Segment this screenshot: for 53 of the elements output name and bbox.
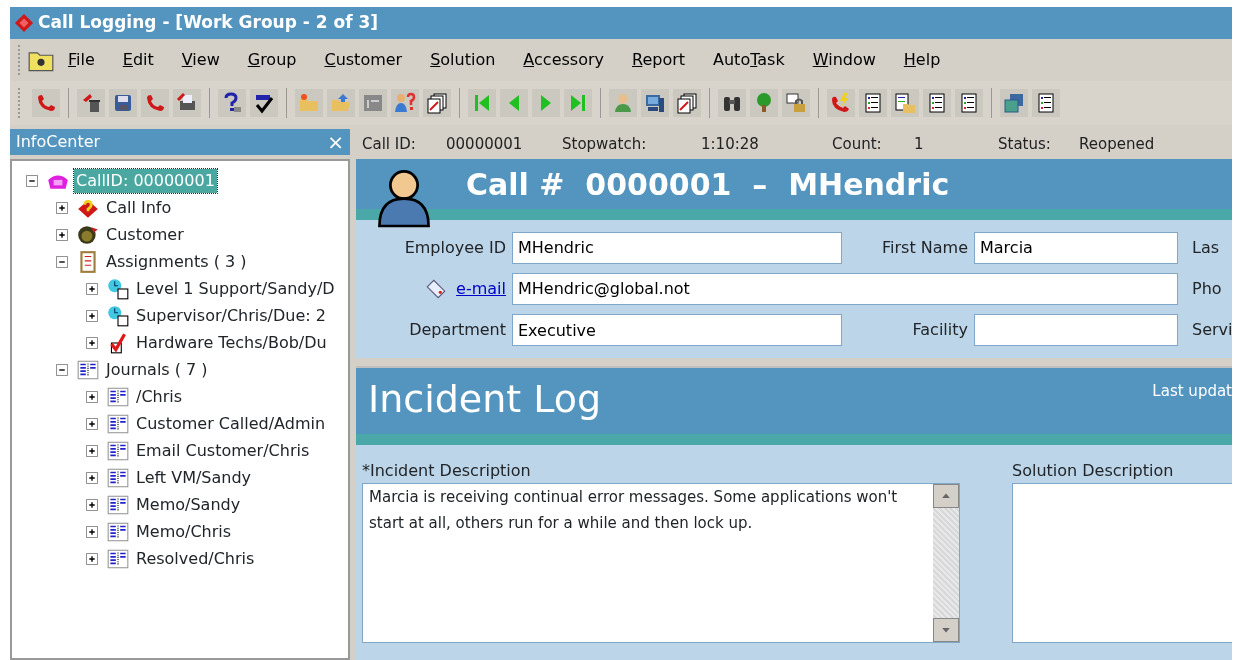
tree-item[interactable]: Memo/Sandy bbox=[134, 492, 243, 517]
field-label: Department bbox=[408, 319, 506, 342]
tree-item[interactable]: Journals ( 7 ) bbox=[104, 357, 210, 382]
tree-item[interactable]: Call Info bbox=[104, 195, 174, 220]
status-label: Status: bbox=[997, 133, 1052, 155]
last-updated-label: Last updat bbox=[1152, 381, 1232, 402]
email-link[interactable]: e-mail bbox=[456, 277, 506, 301]
tree-item[interactable]: Customer Called/Admin bbox=[134, 411, 328, 436]
status-label: Call ID: bbox=[361, 133, 417, 155]
menu-item[interactable]: Window bbox=[798, 48, 890, 72]
tree-item[interactable]: Customer bbox=[104, 222, 186, 247]
tree-item[interactable]: Memo/Chris bbox=[134, 519, 234, 544]
status-label: Stopwatch: bbox=[561, 133, 648, 155]
tree-item[interactable]: /Chris bbox=[134, 384, 185, 409]
field-label: First Name bbox=[881, 236, 968, 259]
tree-item[interactable]: Hardware Techs/Bob/Du bbox=[134, 330, 329, 355]
menu-item[interactable]: File bbox=[54, 48, 109, 72]
menu-item[interactable]: Group bbox=[233, 48, 311, 72]
menu-item[interactable]: Report bbox=[618, 48, 700, 72]
status-value: Reopened bbox=[1079, 133, 1156, 155]
field-label: Employee ID bbox=[403, 236, 506, 259]
menu-item[interactable]: Edit bbox=[108, 48, 168, 72]
menu-item[interactable]: View bbox=[167, 48, 234, 72]
field-label: Facility bbox=[911, 319, 968, 342]
status-value: 1:10:28 bbox=[701, 133, 760, 155]
tree-item[interactable]: Email Customer/Chris bbox=[134, 438, 312, 463]
tree-item[interactable]: Supervisor/Chris/Due: 2 bbox=[134, 303, 328, 328]
field-label: Servi bbox=[1191, 319, 1232, 342]
section-title: Incident Log bbox=[368, 376, 602, 423]
text-field[interactable]: Executive bbox=[512, 314, 842, 347]
field-label: Pho bbox=[1191, 278, 1223, 300]
window-title: Call Logging - [Work Group - 2 of 3] bbox=[38, 11, 379, 35]
menu-item[interactable]: Customer bbox=[310, 48, 417, 72]
text-area[interactable]: Marcia is receiving continual error messages. Some applications won't start at all, others run for a while and then lock up. bbox=[362, 483, 960, 643]
status-value: 1 bbox=[914, 133, 925, 155]
menu-item[interactable]: Solution bbox=[416, 48, 510, 72]
status-value: 00000001 bbox=[446, 133, 524, 155]
panel-title: InfoCenter bbox=[16, 131, 101, 153]
field-label: Las bbox=[1191, 236, 1221, 259]
field-label: *Incident Description bbox=[362, 460, 532, 482]
call-title: Call # 0000001 – MHendric bbox=[466, 165, 950, 204]
menu-item[interactable]: AutoTask bbox=[699, 48, 799, 72]
tree-item[interactable]: Resolved/Chris bbox=[134, 546, 257, 571]
menu-item[interactable]: Accessory bbox=[509, 48, 618, 72]
text-field[interactable]: Marcia bbox=[974, 231, 1178, 264]
text-field[interactable]: MHendric@global.not bbox=[512, 273, 1178, 305]
tree-item[interactable]: Level 1 Support/Sandy/D bbox=[134, 276, 337, 301]
field-label: Solution Description bbox=[1012, 460, 1175, 482]
text-field[interactable]: MHendric bbox=[512, 231, 842, 264]
tree-item[interactable]: Left VM/Sandy bbox=[134, 465, 254, 490]
tree-item[interactable]: Assignments ( 3 ) bbox=[104, 249, 249, 274]
status-label: Count: bbox=[831, 133, 883, 155]
menu-item[interactable]: Help bbox=[889, 48, 955, 72]
